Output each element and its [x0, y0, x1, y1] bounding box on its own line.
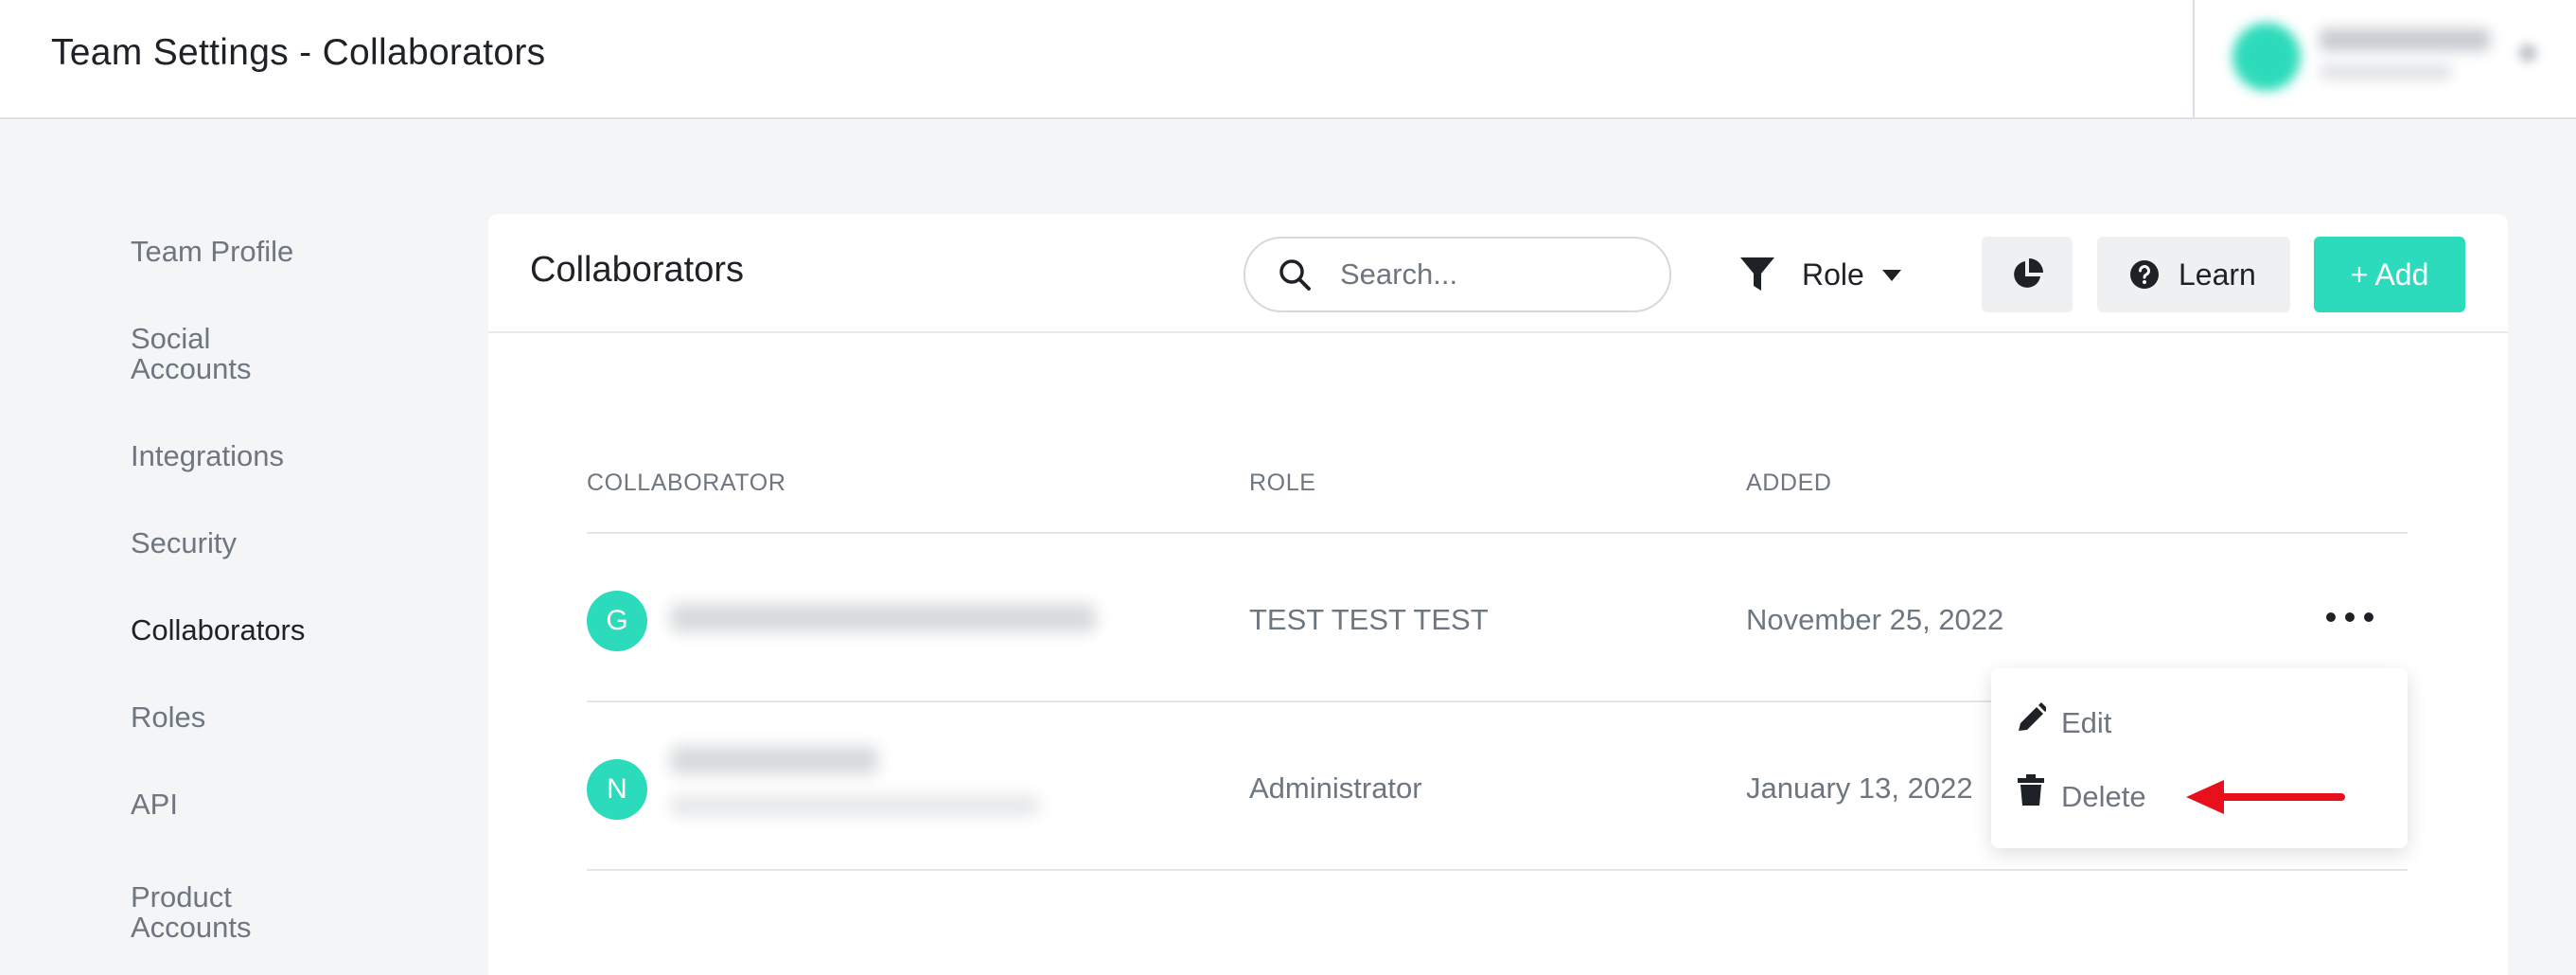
role-cell: Administrator: [1249, 771, 1422, 805]
trash-icon: [2018, 774, 2044, 806]
added-date-cell: January 13, 2022: [1746, 771, 1973, 805]
pie-chart-icon: [2014, 258, 2043, 288]
avatar: G: [587, 591, 647, 651]
sidebar-item-api[interactable]: API: [131, 789, 358, 820]
role-cell: TEST TEST TEST: [1249, 603, 1489, 636]
search-input[interactable]: [1340, 252, 1643, 297]
search-box[interactable]: [1244, 237, 1671, 312]
page-title: Team Settings - Collaborators: [51, 32, 546, 73]
user-name-redacted: [2320, 28, 2490, 51]
avatar: N: [587, 759, 647, 820]
user-subtitle-redacted: [2320, 64, 2452, 80]
user-avatar[interactable]: [2232, 23, 2301, 91]
column-header-collaborator[interactable]: COLLABORATOR: [587, 470, 786, 497]
search-icon: [1279, 259, 1311, 291]
table-divider: [587, 869, 2408, 871]
sidebar-item-team-profile[interactable]: Team Profile: [131, 237, 358, 267]
help-circle-icon: [2130, 260, 2159, 289]
filter-icon: [1740, 257, 1774, 291]
column-header-role[interactable]: ROLE: [1249, 470, 1315, 497]
collaborator-email-redacted: [670, 795, 1039, 816]
learn-label: Learn: [2179, 257, 2256, 292]
pencil-icon: [2019, 702, 2046, 731]
user-menu-chevron-icon[interactable]: [2518, 44, 2537, 62]
top-bar: Team Settings - Collaborators: [0, 0, 2576, 119]
sidebar-item-social-accounts[interactable]: Social Accounts: [131, 324, 358, 384]
column-header-added[interactable]: ADDED: [1746, 470, 1832, 497]
card-title: Collaborators: [530, 250, 744, 290]
menu-item-edit-label: Edit: [2061, 706, 2112, 739]
sidebar-item-security[interactable]: Security: [131, 528, 358, 558]
role-filter-dropdown[interactable]: Role: [1720, 237, 1910, 312]
table-divider: [587, 532, 2408, 534]
sidebar-item-integrations[interactable]: Integrations: [131, 441, 358, 471]
collaborator-name-redacted: [670, 746, 878, 774]
row-actions-menu: Edit Delete: [1991, 668, 2408, 848]
collaborator-email-redacted: [670, 604, 1096, 632]
chevron-down-icon: [1882, 270, 1901, 281]
collaborators-card: Collaborators Role: [488, 214, 2508, 975]
role-filter-label: Role: [1802, 257, 1864, 292]
user-menu[interactable]: [2193, 0, 2576, 117]
added-date-cell: November 25, 2022: [1746, 603, 2004, 636]
menu-item-delete-label: Delete: [2061, 780, 2146, 813]
card-header: Collaborators Role: [488, 214, 2508, 333]
menu-item-edit[interactable]: Edit: [1991, 687, 2408, 753]
analytics-button[interactable]: [1982, 237, 2073, 312]
sidebar-item-product-accounts[interactable]: Product Accounts: [131, 882, 358, 943]
sidebar-item-collaborators[interactable]: Collaborators: [131, 615, 358, 646]
annotation-arrow-icon: [2186, 780, 2345, 814]
add-label: + Add: [2350, 257, 2429, 292]
sidebar-item-roles[interactable]: Roles: [131, 702, 358, 733]
learn-button[interactable]: Learn: [2097, 237, 2290, 312]
row-actions-more-icon[interactable]: [2326, 608, 2373, 627]
add-collaborator-button[interactable]: + Add: [2314, 237, 2465, 312]
